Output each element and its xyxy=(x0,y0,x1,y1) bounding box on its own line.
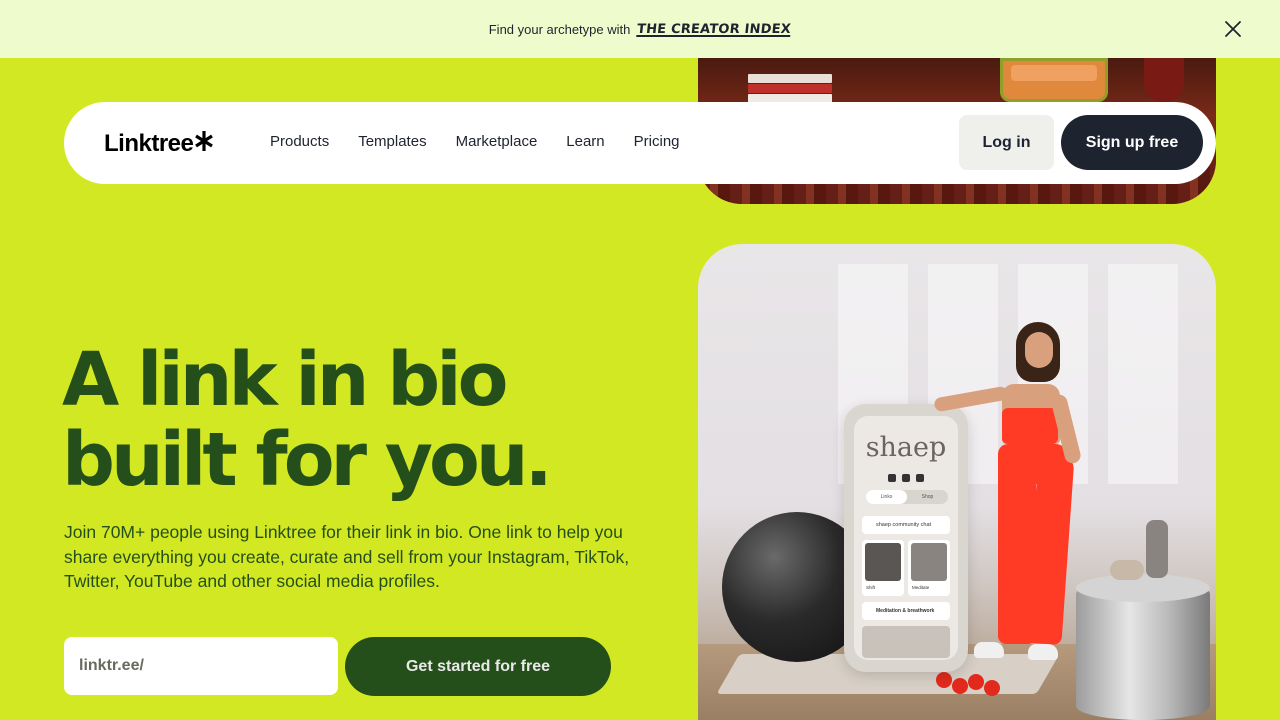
main-nav: Linktree Products Templates Marketplace … xyxy=(64,102,1216,184)
hero-title: A link in bio built for you. xyxy=(62,340,682,500)
dumbbell xyxy=(968,674,984,690)
hero-title-line-1: A link in bio xyxy=(62,337,508,423)
logo-text: Linktree xyxy=(104,130,194,157)
phone-tab-shop: Shop xyxy=(921,494,934,500)
nav-link-marketplace[interactable]: Marketplace xyxy=(456,133,538,150)
login-button[interactable]: Log in xyxy=(959,115,1054,170)
nav-link-products[interactable]: Products xyxy=(270,133,329,150)
phone-screen: shaep Links Shop shaep community chat Sh… xyxy=(854,416,958,660)
youtube-icon xyxy=(916,474,924,482)
rolled-towel xyxy=(1110,560,1144,580)
water-bottle xyxy=(1146,520,1168,578)
phone-row-link: Meditation & breathwork xyxy=(862,602,950,620)
banner-text: Find your archetype with xyxy=(488,21,631,37)
phone-tile: Meditate xyxy=(908,540,950,596)
close-icon[interactable] xyxy=(1224,20,1242,38)
sneaker xyxy=(974,642,1004,658)
dumbbell xyxy=(984,680,1000,696)
nav-link-pricing[interactable]: Pricing xyxy=(634,133,680,150)
nav-link-templates[interactable]: Templates xyxy=(358,133,426,150)
sneaker xyxy=(1028,644,1058,660)
get-started-button[interactable]: Get started for free xyxy=(345,637,611,696)
nav-links: Products Templates Marketplace Learn Pri… xyxy=(270,133,709,150)
phone-tiles: Shift Meditate xyxy=(862,540,950,596)
username-input[interactable] xyxy=(64,637,338,695)
linktree-logo[interactable]: Linktree xyxy=(104,130,214,158)
instagram-icon xyxy=(888,474,896,482)
phone-brand: shaep xyxy=(865,432,947,463)
dumbbell xyxy=(952,678,968,694)
dumbbell xyxy=(936,672,952,688)
phone-mockup: shaep Links Shop shaep community chat Sh… xyxy=(844,404,968,672)
asterisk-logo-icon xyxy=(195,131,214,151)
phone-tab-links: Links xyxy=(866,490,907,504)
hero-photo-main: shaep Links Shop shaep community chat Sh… xyxy=(698,244,1216,720)
social-icons xyxy=(888,474,924,482)
phone-chat-link: shaep community chat xyxy=(862,516,950,534)
announcement-banner: Find your archetype with THE CREATOR IND… xyxy=(0,0,1280,58)
tiktok-icon xyxy=(902,474,910,482)
creator-index-link[interactable]: THE CREATOR INDEX xyxy=(637,22,792,37)
phone-tabs: Links Shop xyxy=(866,490,948,504)
signup-button[interactable]: Sign up free xyxy=(1061,115,1203,170)
hero-title-line-2: built for you. xyxy=(62,417,553,503)
hero-subtitle: Join 70M+ people using Linktree for thei… xyxy=(64,522,630,591)
guitar xyxy=(1144,58,1184,102)
nav-link-learn[interactable]: Learn xyxy=(566,133,604,150)
phone-tile: Shift xyxy=(862,540,904,596)
radio-device xyxy=(1000,58,1108,102)
